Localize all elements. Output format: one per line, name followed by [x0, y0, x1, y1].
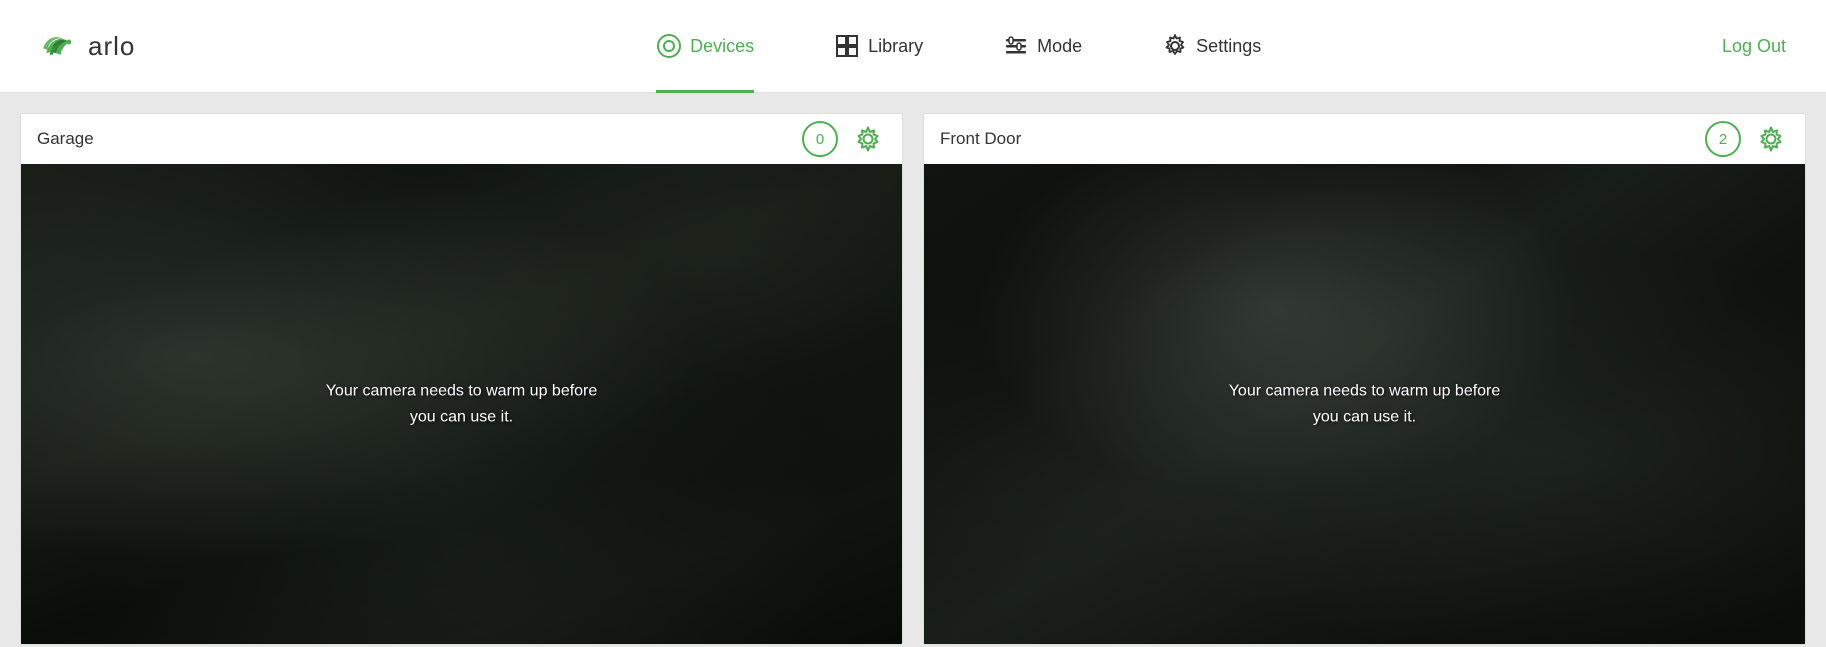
frontdoor-badge[interactable]: 2 [1705, 121, 1741, 157]
devices-label: Devices [690, 36, 754, 57]
nav-item-settings[interactable]: Settings [1162, 0, 1261, 93]
logout-button[interactable]: Log Out [1722, 36, 1786, 57]
header: arlo Devices Library [0, 0, 1826, 93]
logo-area: arlo [40, 30, 135, 62]
camera-card-frontdoor: Front Door 2 Your camera needs to warm u… [923, 113, 1806, 645]
frontdoor-warmup-text: Your camera needs to warm up before you … [1215, 378, 1515, 429]
mode-label: Mode [1037, 36, 1082, 57]
camera-title-garage: Garage [37, 129, 94, 149]
library-icon [834, 33, 860, 59]
camera-header-garage: Garage 0 [21, 114, 902, 164]
main-content: Garage 0 Your camera needs to warm up be… [0, 93, 1826, 645]
settings-label: Settings [1196, 36, 1261, 57]
logo-text: arlo [88, 31, 135, 62]
camera-controls-garage: 0 [802, 121, 886, 157]
camera-controls-frontdoor: 2 [1705, 121, 1789, 157]
garage-video[interactable]: Your camera needs to warm up before you … [21, 164, 902, 644]
nav-item-library[interactable]: Library [834, 0, 923, 93]
library-label: Library [868, 36, 923, 57]
frontdoor-video[interactable]: Your camera needs to warm up before you … [924, 164, 1805, 644]
mode-icon [1003, 33, 1029, 59]
camera-title-frontdoor: Front Door [940, 129, 1021, 149]
camera-header-frontdoor: Front Door 2 [924, 114, 1805, 164]
devices-icon [656, 33, 682, 59]
garage-badge[interactable]: 0 [802, 121, 838, 157]
nav-item-devices[interactable]: Devices [656, 0, 754, 93]
garage-settings-icon[interactable] [850, 121, 886, 157]
arlo-logo: arlo [40, 30, 135, 62]
nav-item-mode[interactable]: Mode [1003, 0, 1082, 93]
main-nav: Devices Library [195, 0, 1722, 93]
garage-warmup-text: Your camera needs to warm up before you … [312, 378, 612, 429]
settings-icon [1162, 33, 1188, 59]
arlo-logo-icon [40, 30, 84, 62]
frontdoor-settings-icon[interactable] [1753, 121, 1789, 157]
camera-card-garage: Garage 0 Your camera needs to warm up be… [20, 113, 903, 645]
